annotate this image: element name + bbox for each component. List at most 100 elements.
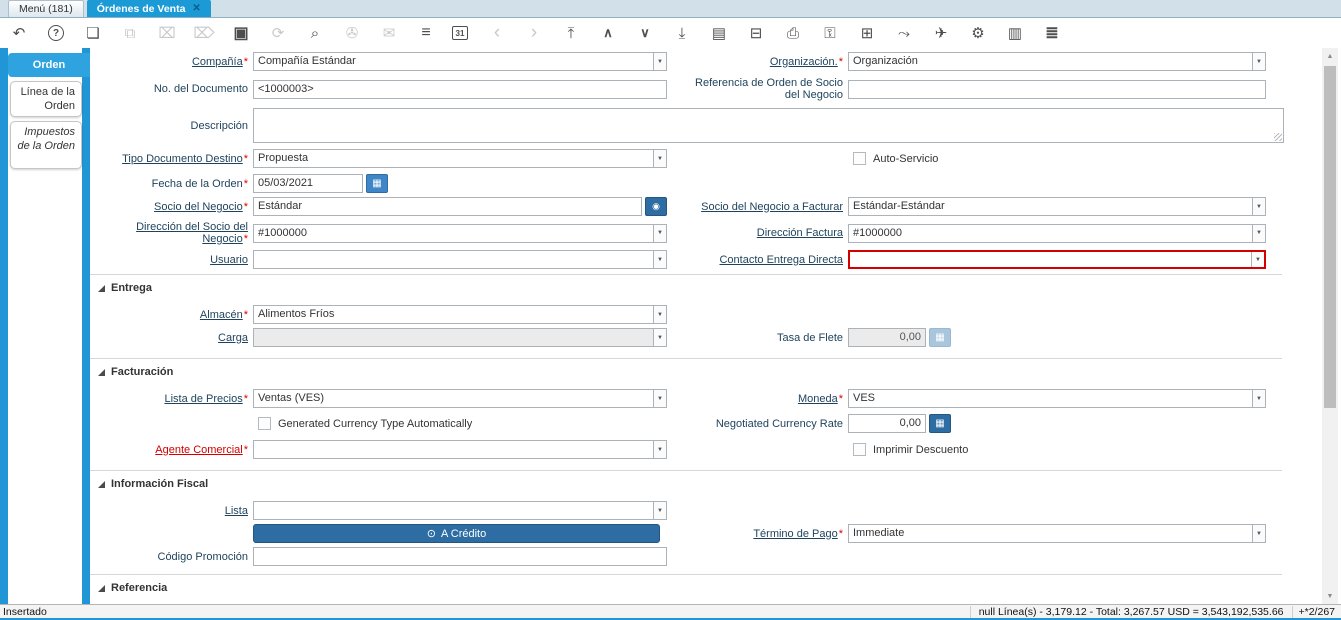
imprimir-descuento-checkbox[interactable] [853,443,866,456]
lista-label-link[interactable]: Lista [225,505,248,517]
imprimir-descuento-label: Imprimir Descuento [873,444,968,456]
socio-negocio-label-link[interactable]: Socio del Negocio [154,201,243,213]
referencia-orden-input[interactable] [848,80,1266,99]
calculator-button[interactable] [929,414,951,433]
parent-record-icon[interactable]: ∧ [597,22,619,44]
order-form: Compañía Compañía Estándar Organización.… [90,48,1296,604]
combo-arrow-icon[interactable] [653,225,666,242]
combo-arrow-icon[interactable] [1252,198,1265,215]
save-icon[interactable]: ▣ [230,22,252,44]
socio-negocio-input[interactable]: Estándar [253,197,642,216]
collapse-section-icon[interactable] [98,285,105,292]
zoom-across-icon[interactable]: ⊞ [856,22,878,44]
usuario-combobox[interactable] [253,250,667,269]
sidebar-tab-linea-orden[interactable]: Línea de la Orden [10,81,82,117]
first-record-icon[interactable]: ⤒ [560,22,582,44]
compania-combobox[interactable]: Compañía Estándar [253,52,667,71]
undo-icon[interactable]: ↶ [8,22,30,44]
negotiated-rate-input[interactable]: 0,00 [848,414,926,433]
memo-icon[interactable]: ≣ [1041,22,1063,44]
direccion-socio-label-link[interactable]: Dirección del Socio del Negocio [136,221,248,245]
auto-servicio-checkbox[interactable] [853,152,866,165]
codigo-promocion-input[interactable] [253,547,667,566]
carga-label-link[interactable]: Carga [218,332,248,344]
business-partner-search-button[interactable] [645,197,667,216]
sidebar-tab-impuestos-orden[interactable]: Impuestos de la Orden [10,121,82,169]
combo-arrow-icon[interactable] [1251,252,1264,267]
vertical-scrollbar[interactable] [1322,48,1338,604]
almacen-label-link[interactable]: Almacén [200,309,243,321]
report-icon[interactable]: ▤ [708,22,730,44]
find-icon[interactable]: ⌕ [304,22,326,44]
a-credito-button[interactable]: A Crédito [253,524,660,543]
termino-pago-combobox[interactable]: Immediate [848,524,1266,543]
combo-arrow-icon[interactable] [653,150,666,167]
organizacion-label-link[interactable]: Organización. [770,56,838,68]
compania-label-link[interactable]: Compañía [192,56,243,68]
descripcion-textarea[interactable] [253,108,1284,143]
combo-arrow-icon[interactable] [1252,390,1265,407]
detail-record-icon[interactable]: ∨ [634,22,656,44]
contacto-entrega-combobox[interactable] [848,250,1266,269]
usuario-label-link[interactable]: Usuario [210,254,248,266]
scroll-up-icon[interactable] [1322,49,1338,63]
send-icon[interactable]: ✈ [930,22,952,44]
lista-precios-label-link[interactable]: Lista de Precios [164,393,242,405]
collapse-section-icon[interactable] [98,585,105,592]
collapse-section-icon[interactable] [98,369,105,376]
sidebar-tab-orden[interactable]: Orden [8,53,90,77]
report-find-icon[interactable]: ▥ [1004,22,1026,44]
direccion-socio-combobox[interactable]: #1000000 [253,224,667,243]
grid-toggle-icon[interactable]: ≡ [415,22,437,44]
calendar-picker-button[interactable] [366,174,388,193]
organizacion-combobox[interactable]: Organización [848,52,1266,71]
combo-arrow-icon[interactable] [653,251,666,268]
help-icon[interactable]: ? [48,25,64,41]
combo-arrow-icon[interactable] [653,53,666,70]
termino-pago-label-link[interactable]: Término de Pago [753,528,837,540]
lista-combobox[interactable] [253,501,667,520]
last-record-icon[interactable]: ⤓ [671,22,693,44]
combo-arrow-icon[interactable] [653,502,666,519]
almacen-combobox[interactable]: Alimentos Fríos [253,305,667,324]
socio-facturar-label-link[interactable]: Socio del Negocio a Facturar [701,201,843,213]
fecha-orden-input[interactable]: 05/03/2021 [253,174,363,193]
scrollbar-thumb[interactable] [1324,66,1336,408]
contacto-entrega-label-link[interactable]: Contacto Entrega Directa [719,254,843,266]
combo-arrow-icon[interactable] [653,306,666,323]
copy-record-icon: ⧉ [119,22,141,44]
process-icon[interactable]: ⚙ [967,22,989,44]
section-facturacion: Facturación [90,358,1282,381]
combo-arrow-icon[interactable] [1252,53,1265,70]
close-tab-icon[interactable] [192,0,200,17]
lista-precios-label: Lista de Precios [90,393,253,405]
tab-ordenes-de-venta[interactable]: Órdenes de Venta [87,0,211,17]
moneda-label-link[interactable]: Moneda [798,393,838,405]
workflow-icon[interactable]: ⤳ [893,22,915,44]
new-record-icon[interactable]: ❏ [82,22,104,44]
tab-menu[interactable]: Menú (181) [8,0,84,17]
section-referencia: Referencia [90,574,1282,597]
tipo-documento-combobox[interactable]: Propuesta [253,149,667,168]
combo-arrow-icon[interactable] [1252,525,1265,542]
direccion-factura-label-link[interactable]: Dirección Factura [757,227,843,239]
agente-comercial-label-link[interactable]: Agente Comercial [155,444,242,456]
moneda-combobox[interactable]: VES [848,389,1266,408]
combo-arrow-icon [653,329,666,346]
combo-arrow-icon[interactable] [653,390,666,407]
archive-icon[interactable]: ⊟ [745,22,767,44]
direccion-factura-combobox[interactable]: #1000000 [848,224,1266,243]
lista-precios-combobox[interactable]: Ventas (VES) [253,389,667,408]
generated-currency-checkbox[interactable] [258,417,271,430]
collapse-section-icon[interactable] [98,481,105,488]
print-icon[interactable]: ⎙ [782,22,804,44]
combo-arrow-icon[interactable] [1252,225,1265,242]
tipo-documento-label-link[interactable]: Tipo Documento Destino [122,153,243,165]
scroll-down-icon[interactable] [1322,589,1338,603]
calendar-icon[interactable]: 31 [452,26,468,40]
lock-icon[interactable]: ⚿ [819,22,841,44]
agente-comercial-combobox[interactable] [253,440,667,459]
socio-facturar-combobox[interactable]: Estándar-Estándar [848,197,1266,216]
combo-arrow-icon[interactable] [653,441,666,458]
no-documento-input[interactable]: <1000003> [253,80,667,99]
